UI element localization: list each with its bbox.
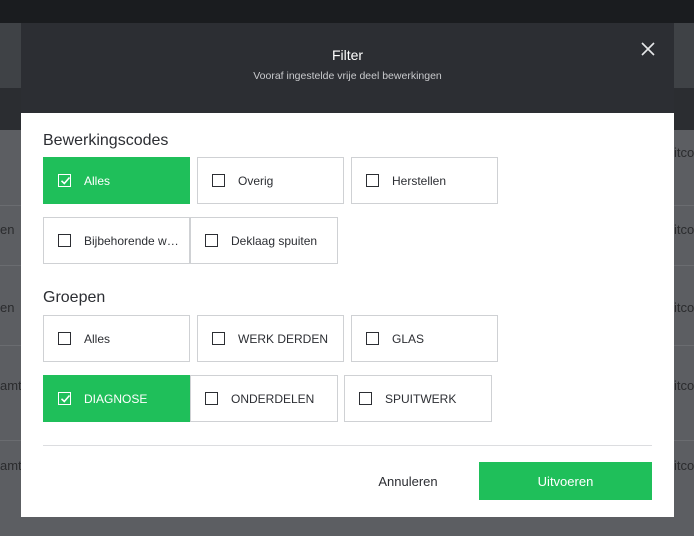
footer-divider: [43, 445, 652, 446]
option-label: Alles: [84, 173, 111, 188]
option-bewerkingscode-herstellen[interactable]: Herstellen: [351, 157, 498, 204]
option-groep-alles[interactable]: Alles: [43, 315, 190, 362]
option-label: Deklaag spuiten: [231, 233, 318, 248]
background-text-fragment: en: [0, 222, 15, 237]
close-icon: [641, 42, 655, 56]
background-text-fragment: itco: [674, 145, 694, 160]
dialog-header: Filter Vooraf ingestelde vrije deel bewe…: [21, 23, 674, 113]
close-button[interactable]: [638, 39, 658, 59]
option-label: Alles: [84, 331, 111, 346]
checkbox[interactable]: [212, 332, 225, 345]
option-bewerkingscode-bijbehorende[interactable]: Bijbehorende werkzaamheden: [43, 217, 190, 264]
option-groep-onderdelen[interactable]: ONDERDELEN: [190, 375, 338, 422]
option-label: SPUITWERK: [385, 391, 457, 406]
checkbox-checked[interactable]: [58, 392, 71, 405]
option-groep-glas[interactable]: GLAS: [351, 315, 498, 362]
option-label: Herstellen: [392, 173, 447, 188]
cancel-button[interactable]: Annuleren: [337, 462, 479, 500]
filter-dialog: Filter Vooraf ingestelde vrije deel bewe…: [21, 23, 674, 517]
dialog-subtitle: Vooraf ingestelde vrije deel bewerkingen: [253, 70, 442, 82]
checkbox[interactable]: [366, 332, 379, 345]
background-text-fragment: itco: [674, 458, 694, 473]
checkbox[interactable]: [58, 234, 71, 247]
section-title-bewerkingscodes: Bewerkingscodes: [43, 132, 169, 149]
option-bewerkingscode-deklaag-spuiten[interactable]: Deklaag spuiten: [190, 217, 338, 264]
checkbox[interactable]: [366, 174, 379, 187]
option-groep-spuitwerk[interactable]: SPUITWERK: [344, 375, 492, 422]
checkmark-icon: [60, 176, 71, 185]
background-text-fragment: amt: [0, 458, 22, 473]
option-label: GLAS: [392, 331, 425, 346]
background-text-fragment: itco: [674, 300, 694, 315]
option-groep-diagnose[interactable]: DIAGNOSE: [43, 375, 190, 422]
dialog-title: Filter: [331, 47, 364, 63]
section-title-groepen: Groepen: [43, 289, 106, 306]
background-text-fragment: amt: [0, 378, 22, 393]
option-label: WERK DERDEN: [238, 331, 329, 346]
checkmark-icon: [60, 394, 71, 403]
background-text-fragment: itco: [674, 378, 694, 393]
checkbox-checked[interactable]: [58, 174, 71, 187]
option-label: ONDERDELEN: [231, 391, 315, 406]
checkbox[interactable]: [212, 174, 225, 187]
option-groep-werk-derden[interactable]: WERK DERDEN: [197, 315, 344, 362]
option-bewerkingscode-alles[interactable]: Alles: [43, 157, 190, 204]
option-bewerkingscode-overig[interactable]: Overig: [197, 157, 344, 204]
option-label: Overig: [238, 173, 274, 188]
option-label: DIAGNOSE: [84, 391, 148, 406]
checkbox[interactable]: [205, 392, 218, 405]
background-top-bar: [0, 0, 694, 23]
apply-button[interactable]: Uitvoeren: [479, 462, 652, 500]
background-text-fragment: itco: [674, 222, 694, 237]
background-text-fragment: en: [0, 300, 15, 315]
checkbox[interactable]: [205, 234, 218, 247]
checkbox[interactable]: [58, 332, 71, 345]
checkbox[interactable]: [359, 392, 372, 405]
option-label: Bijbehorende werkzaamheden: [84, 233, 189, 248]
